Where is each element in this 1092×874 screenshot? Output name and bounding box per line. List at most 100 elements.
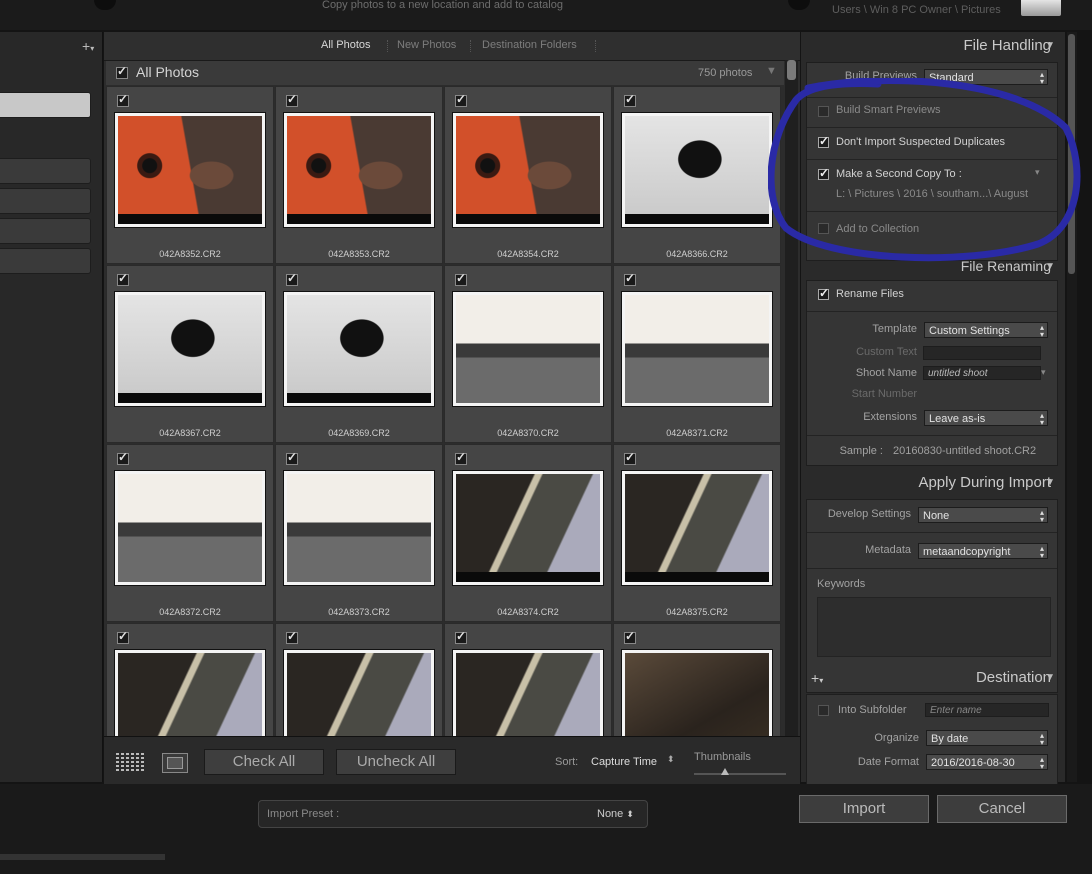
photo-cell[interactable]: 042A8369.CR2 [275,265,443,443]
second-copy-path[interactable]: L: \ Pictures \ 2016 \ southam...\ Augus… [836,188,1028,200]
metadata-select[interactable]: metaandcopyright ▴ ▾ [918,543,1048,560]
settings-scrollbar-thumb[interactable] [1068,34,1075,274]
photo-thumbnail[interactable] [115,471,265,585]
loupe-view-icon[interactable] [162,753,188,773]
extensions-select[interactable]: Leave as-is ▴ ▾ [924,410,1048,427]
photo-cell[interactable] [444,623,612,736]
sort-select[interactable]: Capture Time [591,756,657,768]
rename-files-checkbox[interactable] [818,286,829,300]
template-select[interactable]: Custom Settings ▴ ▾ [924,322,1048,339]
second-copy-dropdown-icon[interactable]: ▾ [1035,167,1040,178]
photo-cell[interactable]: 042A8353.CR2 [275,86,443,264]
tab-all-photos[interactable]: All Photos [321,39,371,51]
cancel-button[interactable]: Cancel [937,795,1067,823]
photo-cell[interactable]: 042A8374.CR2 [444,444,612,622]
photo-thumbnail[interactable] [284,292,434,406]
collapse-triangle-icon[interactable]: ▼ [1045,40,1055,51]
photo-checkbox[interactable] [624,450,636,465]
source-item[interactable] [0,188,91,214]
settings-scrollbar[interactable] [1067,32,1077,782]
photo-checkbox[interactable] [117,629,129,644]
photo-checkbox[interactable] [117,450,129,465]
develop-settings-select[interactable]: None ▴ ▾ [918,507,1048,524]
date-format-select[interactable]: 2016/2016-08-30 ▴ ▾ [926,754,1048,771]
destination-header[interactable]: Destination [976,669,1051,686]
shoot-name-field[interactable]: untitled shoot [923,366,1041,380]
photo-thumbnail[interactable] [622,292,772,406]
collapse-triangle-icon[interactable]: ▼ [1045,672,1055,683]
photo-thumbnail[interactable] [115,292,265,406]
organize-select[interactable]: By date ▴ ▾ [926,730,1048,747]
check-all-button[interactable]: Check All [204,749,324,775]
photo-cell[interactable]: 042A8352.CR2 [106,86,274,264]
photo-checkbox[interactable] [286,450,298,465]
collapse-triangle-icon[interactable]: ▼ [1045,261,1055,272]
tab-destination-folders[interactable]: Destination Folders [482,39,577,51]
photo-checkbox[interactable] [624,271,636,286]
file-handling-header[interactable]: File Handling [963,37,1051,54]
photo-thumbnail[interactable] [453,471,603,585]
source-item-selected[interactable] [0,92,91,118]
photo-thumbnail[interactable] [284,650,434,736]
photo-thumbnail[interactable] [622,650,772,736]
photo-cell[interactable]: 042A8354.CR2 [444,86,612,264]
photo-cell[interactable]: 042A8372.CR2 [106,444,274,622]
photo-thumbnail[interactable] [622,471,772,585]
photo-cell[interactable] [106,623,274,736]
apply-during-import-header[interactable]: Apply During Import [918,474,1051,491]
second-copy-checkbox[interactable] [818,166,829,180]
grid-scrollbar-thumb[interactable] [787,60,796,80]
photo-checkbox[interactable] [117,92,129,107]
into-subfolder-checkbox[interactable] [818,705,829,716]
grid-view-icon[interactable] [116,753,146,773]
destination-knob-icon[interactable] [788,0,810,10]
photo-cell[interactable]: 042A8367.CR2 [106,265,274,443]
photo-checkbox[interactable] [286,629,298,644]
source-item[interactable] [0,218,91,244]
smart-previews-checkbox[interactable] [818,106,829,117]
photo-thumbnail[interactable] [453,292,603,406]
check-all-checkbox[interactable] [116,64,128,79]
photo-cell[interactable]: 042A8370.CR2 [444,265,612,443]
collapse-triangle-icon[interactable]: ▼ [766,65,777,77]
photo-thumbnail[interactable] [622,113,772,227]
filmstrip-scrollbar[interactable] [0,854,165,860]
subfolder-name-field[interactable]: Enter name [925,703,1049,717]
photo-checkbox[interactable] [455,92,467,107]
photo-cell[interactable] [613,623,781,736]
custom-text-field[interactable] [923,346,1041,360]
thumbnail-size-slider[interactable] [694,773,786,775]
import-button[interactable]: Import [799,795,929,823]
photo-thumbnail[interactable] [453,650,603,736]
photo-cell[interactable]: 042A8366.CR2 [613,86,781,264]
photo-thumbnail[interactable] [115,650,265,736]
build-previews-select[interactable]: Standard ▴ ▾ [924,69,1048,86]
thumbnail-slider-handle[interactable] [721,768,729,775]
collapse-triangle-icon[interactable]: ▼ [1045,477,1055,488]
photo-checkbox[interactable] [455,450,467,465]
add-collection-checkbox[interactable] [818,223,829,234]
photo-thumbnail[interactable] [115,113,265,227]
uncheck-all-button[interactable]: Uncheck All [336,749,456,775]
photo-checkbox[interactable] [286,92,298,107]
add-source-icon[interactable]: +▾ [82,38,94,54]
photo-checkbox[interactable] [117,271,129,286]
file-renaming-header[interactable]: File Renaming [961,258,1051,274]
photo-cell[interactable] [275,623,443,736]
photo-cell[interactable]: 042A8375.CR2 [613,444,781,622]
photo-checkbox[interactable] [286,271,298,286]
source-item[interactable] [0,158,91,184]
photo-thumbnail[interactable] [284,471,434,585]
add-destination-icon[interactable]: +▾ [811,670,823,686]
photo-thumbnail[interactable] [453,113,603,227]
source-knob-icon[interactable] [94,0,116,10]
photo-cell[interactable]: 042A8371.CR2 [613,265,781,443]
destination-path[interactable]: Users \ Win 8 PC Owner \ Pictures [832,4,1001,16]
photo-checkbox[interactable] [455,629,467,644]
sort-arrows-icon[interactable]: ⬍ [667,754,675,765]
photo-checkbox[interactable] [624,92,636,107]
no-duplicates-checkbox[interactable] [818,134,829,148]
photo-checkbox[interactable] [455,271,467,286]
grid-scrollbar[interactable] [785,60,798,736]
import-preset-select[interactable]: None ⬍ [597,808,634,820]
